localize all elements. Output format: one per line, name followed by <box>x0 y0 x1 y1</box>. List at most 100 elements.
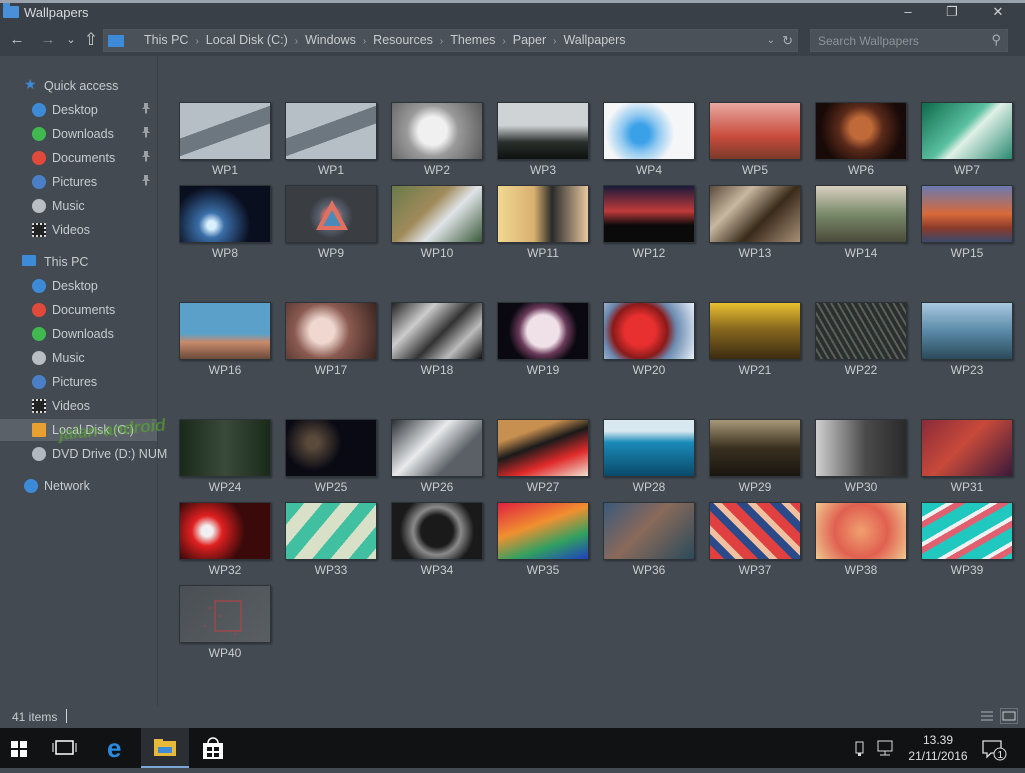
nav-label: Music <box>52 199 85 213</box>
details-view-button[interactable] <box>978 708 996 724</box>
thumbnail-image <box>603 185 695 243</box>
store-button[interactable] <box>189 728 237 768</box>
thumbnail-image <box>179 302 271 360</box>
this-pc-item-music[interactable]: Music <box>0 347 157 369</box>
nav-label: Quick access <box>44 79 119 93</box>
edge-button[interactable]: e <box>93 728 141 768</box>
quick-access-item-videos[interactable]: Videos <box>0 219 157 241</box>
address-dropdown-icon[interactable]: ⌄ <box>767 30 775 51</box>
large-icons-view-icon <box>1002 711 1016 721</box>
details-view-icon <box>981 711 993 721</box>
file-name: WP19 <box>526 363 560 377</box>
task-view-button[interactable] <box>42 728 90 768</box>
refresh-icon[interactable]: ↻ <box>782 30 793 51</box>
nav-network[interactable]: Network <box>0 475 157 497</box>
pin-icon[interactable] <box>141 174 151 189</box>
documents-icon <box>32 151 46 165</box>
file-name: WP16 <box>208 363 242 377</box>
network-tray-button[interactable] <box>872 728 898 768</box>
file-name: WP30 <box>844 480 878 494</box>
file-name: WP22 <box>844 363 878 377</box>
large-icons-view-button[interactable] <box>1000 708 1018 724</box>
quick-access-item-documents[interactable]: Documents <box>0 147 157 169</box>
clock-date: 21/11/2016 <box>908 749 968 763</box>
start-button[interactable] <box>0 728 48 768</box>
pin-icon[interactable] <box>141 102 151 117</box>
file-explorer-button[interactable] <box>141 728 189 768</box>
thumbnail-image <box>497 102 589 160</box>
search-input[interactable] <box>811 30 986 51</box>
maximize-button[interactable]: ❐ <box>932 2 972 22</box>
nav-label: Pictures <box>52 375 98 389</box>
back-button[interactable]: ← <box>6 30 28 50</box>
file-name: WP34 <box>420 563 454 577</box>
quick-access-item-desktop[interactable]: Desktop <box>0 99 157 121</box>
thumbnail-image <box>603 302 695 360</box>
file-name: WP40 <box>208 646 242 660</box>
file-name: WP14 <box>844 246 878 260</box>
downloads-icon <box>32 327 46 341</box>
removable-device-button[interactable] <box>846 728 872 768</box>
breadcrumb-item[interactable]: Wallpapers <box>563 33 625 47</box>
nav-label: Videos <box>52 223 90 237</box>
file-name: WP2 <box>423 163 450 177</box>
thumbnail-image <box>391 419 483 477</box>
up-button[interactable]: ⇧ <box>80 30 102 50</box>
file-name: WP9 <box>317 246 344 260</box>
quick-access-item-pictures[interactable]: Pictures <box>0 171 157 193</box>
file-name: WP3 <box>529 163 556 177</box>
nav-label: Desktop <box>52 103 98 117</box>
this-pc-item-downloads[interactable]: Downloads <box>0 323 157 345</box>
minimize-button[interactable]: – <box>888 2 928 22</box>
search-icon[interactable]: ⚲ <box>991 32 1001 48</box>
this-pc-item-videos[interactable]: Videos <box>0 395 157 417</box>
breadcrumb-item[interactable]: This PC <box>144 33 188 47</box>
downloads-icon <box>32 127 46 141</box>
quick-access-item-downloads[interactable]: Downloads <box>0 123 157 145</box>
title-bar: Wallpapers – ❐ ✕ <box>0 0 1025 26</box>
nav-this-pc[interactable]: This PC <box>0 251 157 273</box>
clock[interactable]: 13.39 21/11/2016 <box>898 732 978 764</box>
file-name: WP15 <box>950 246 984 260</box>
file-name: WP24 <box>208 480 242 494</box>
file-name: WP4 <box>635 163 662 177</box>
star-icon: ★ <box>24 76 37 92</box>
breadcrumb-item[interactable]: Themes <box>450 33 495 47</box>
file-name: WP31 <box>950 480 984 494</box>
recent-locations-button[interactable]: ⌄ <box>60 30 82 50</box>
this-pc-item-dvd-drive-d-num[interactable]: DVD Drive (D:) NUM <box>0 443 167 465</box>
breadcrumb-item[interactable]: Local Disk (C:) <box>206 33 288 47</box>
thumbnail-image <box>179 185 271 243</box>
breadcrumb-item[interactable]: Windows <box>305 33 356 47</box>
pin-icon[interactable] <box>141 150 151 165</box>
breadcrumb-separator: › <box>362 36 367 47</box>
this-pc-item-desktop[interactable]: Desktop <box>0 275 157 297</box>
action-center-button[interactable]: 1 <box>978 728 1018 768</box>
this-pc-item-pictures[interactable]: Pictures <box>0 371 157 393</box>
file-name: WP17 <box>314 363 348 377</box>
thumbnail-image <box>815 185 907 243</box>
file-name: WP27 <box>526 480 560 494</box>
text-caret <box>66 709 67 723</box>
thumbnail-image <box>603 502 695 560</box>
breadcrumb-item[interactable]: Resources <box>373 33 433 47</box>
clock-time: 13.39 <box>922 733 954 747</box>
file-name: WP28 <box>632 480 666 494</box>
this-pc-item-documents[interactable]: Documents <box>0 299 157 321</box>
music-icon <box>32 351 46 365</box>
pin-icon[interactable] <box>141 126 151 141</box>
action-center-icon: 1 <box>982 740 1007 761</box>
file-name: WP18 <box>420 363 454 377</box>
store-icon <box>203 737 223 759</box>
file-name: WP36 <box>632 563 666 577</box>
search-box[interactable]: ⚲ <box>810 29 1008 52</box>
nav-quick-access[interactable]: ★ Quick access <box>0 75 157 97</box>
nav-label: Network <box>44 479 90 493</box>
forward-button[interactable]: → <box>37 30 59 50</box>
address-bar[interactable]: This PC › Local Disk (C:) › Windows › Resource… <box>103 29 798 52</box>
quick-access-item-music[interactable]: Music <box>0 195 157 217</box>
close-button[interactable]: ✕ <box>978 2 1018 22</box>
thumbnail-image <box>497 419 589 477</box>
nav-label: Downloads <box>52 127 114 141</box>
breadcrumb-item[interactable]: Paper <box>513 33 546 47</box>
